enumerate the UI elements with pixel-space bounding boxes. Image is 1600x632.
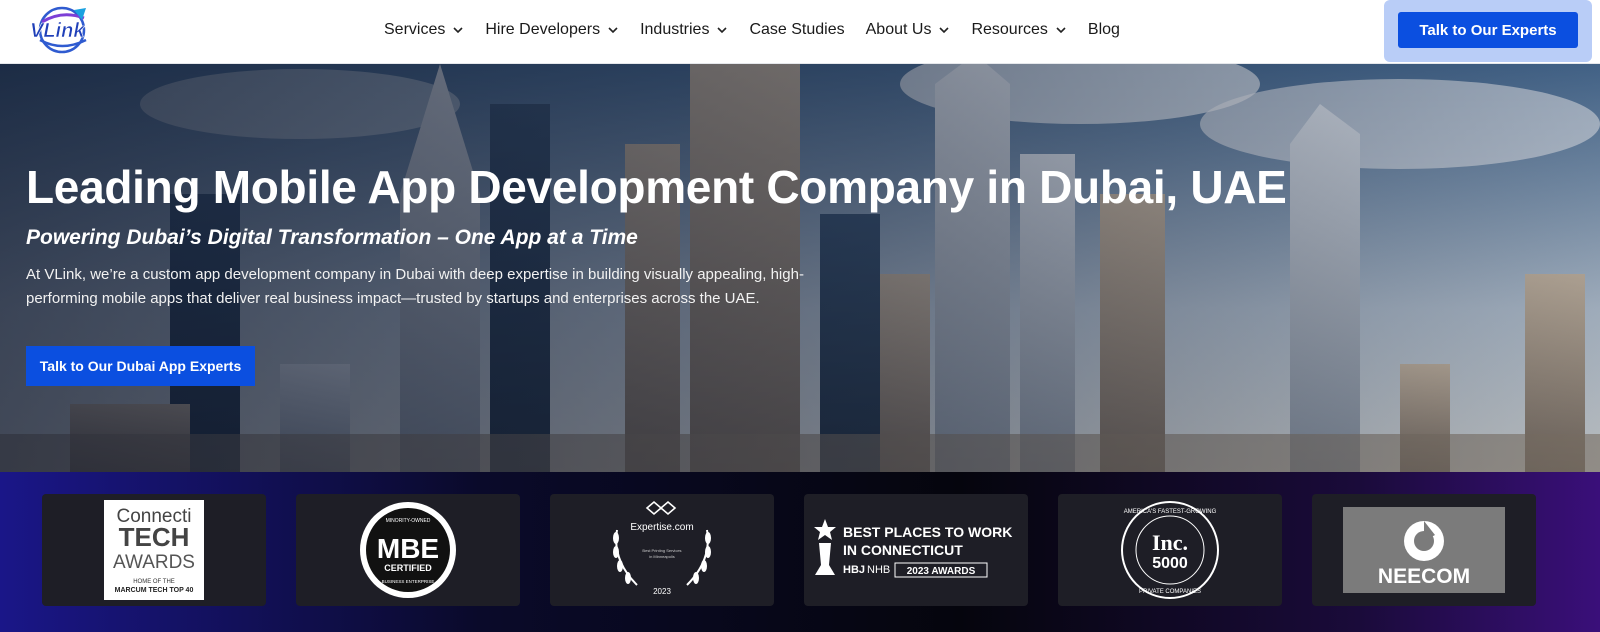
hero-description: At VLink, we’re a custom app development… (26, 266, 804, 307)
main-menu: Services Hire Developers Industries Case… (384, 0, 1141, 60)
best-places-to-work-logo: BEST PLACES TO WORK IN CONNECTICUT HBJ N… (814, 519, 1012, 578)
svg-text:CERTIFIED: CERTIFIED (384, 563, 432, 573)
menu-case-studies-label: Case Studies (749, 21, 845, 38)
chevron-down-icon (453, 27, 463, 34)
menu-hire-developers-label: Hire Developers (485, 21, 601, 38)
menu-case-studies[interactable]: Case Studies (749, 21, 844, 39)
expertise-award-logo: Expertise.com Best Printing Services in … (613, 500, 711, 596)
svg-text:PRIVATE COMPANIES: PRIVATE COMPANIES (1139, 589, 1201, 595)
svg-text:MARCUM TECH TOP 40: MARCUM TECH TOP 40 (115, 587, 194, 594)
svg-text:AMERICA'S FASTEST-GROWING: AMERICA'S FASTEST-GROWING (1124, 509, 1217, 515)
talk-to-dubai-experts-button[interactable]: Talk to Our Dubai App Experts (26, 346, 255, 386)
hero-section: Leading Mobile App Development Company i… (0, 64, 1600, 472)
connectitech-awards-logo: Connecti TECH AWARDS HOME OF THE MARCUM … (104, 500, 204, 600)
svg-text:2023 AWARDS: 2023 AWARDS (907, 566, 976, 577)
top-nav: VLink Services Hire Developers Industrie… (0, 0, 1600, 64)
menu-industries-label: Industries (640, 21, 710, 38)
svg-text:2023: 2023 (653, 587, 671, 596)
svg-text:Inc.: Inc. (1152, 530, 1188, 555)
menu-services[interactable]: Services (384, 21, 464, 39)
award-card-expertise: Expertise.com Best Printing Services in … (550, 494, 774, 606)
chevron-down-icon (717, 27, 728, 34)
svg-text:NHB: NHB (867, 564, 890, 576)
hero-subtitle: Powering Dubai’s Digital Transformation … (26, 226, 638, 249)
svg-text:BUSINESS ENTERPRISE: BUSINESS ENTERPRISE (382, 579, 435, 584)
svg-text:BEST PLACES TO WORK: BEST PLACES TO WORK (843, 524, 1012, 540)
menu-hire-developers[interactable]: Hire Developers (485, 21, 619, 39)
talk-to-experts-button[interactable]: Talk to Our Experts (1398, 12, 1578, 48)
award-card-inc5000: AMERICA'S FASTEST-GROWING Inc. 5000 PRIV… (1058, 494, 1282, 606)
svg-text:MINORITY-OWNED: MINORITY-OWNED (386, 518, 431, 524)
menu-services-label: Services (384, 21, 446, 38)
svg-text:IN CONNECTICUT: IN CONNECTICUT (843, 542, 963, 558)
menu-resources[interactable]: Resources (971, 21, 1066, 39)
chevron-down-icon (608, 27, 618, 34)
mbe-certified-logo: MINORITY-OWNED MBE CERTIFIED BUSINESS EN… (360, 502, 456, 598)
svg-text:5000: 5000 (1152, 555, 1188, 572)
menu-about-us-label: About Us (865, 21, 932, 38)
chevron-down-icon (939, 27, 950, 34)
logo-text: VLink (30, 20, 85, 42)
awards-strip: Connecti TECH AWARDS HOME OF THE MARCUM … (0, 472, 1600, 632)
award-card-neecom: NEECOM (1312, 494, 1536, 606)
svg-text:TECH: TECH (119, 522, 190, 552)
menu-resources-label: Resources (971, 21, 1048, 38)
cta-highlight: Talk to Our Experts (1384, 0, 1592, 62)
inc-5000-logo: AMERICA'S FASTEST-GROWING Inc. 5000 PRIV… (1121, 501, 1219, 599)
award-card-connectitech: Connecti TECH AWARDS HOME OF THE MARCUM … (42, 494, 266, 606)
svg-text:HBJ: HBJ (843, 564, 865, 576)
svg-text:HOME OF THE: HOME OF THE (133, 579, 175, 585)
menu-industries[interactable]: Industries (640, 21, 728, 39)
menu-about-us[interactable]: About Us (866, 21, 951, 39)
menu-blog-label: Blog (1087, 21, 1120, 38)
svg-text:Best Printing Services: Best Printing Services (642, 548, 681, 553)
award-card-best-places: BEST PLACES TO WORK IN CONNECTICUT HBJ N… (804, 494, 1028, 606)
hero-title: Leading Mobile App Development Company i… (26, 161, 1287, 213)
svg-text:Expertise.com: Expertise.com (630, 522, 693, 533)
svg-text:AWARDS: AWARDS (113, 552, 195, 573)
svg-text:MBE: MBE (377, 533, 439, 564)
neecom-logo: NEECOM (1343, 507, 1505, 593)
svg-text:NEECOM: NEECOM (1378, 565, 1470, 588)
menu-blog[interactable]: Blog (1088, 21, 1120, 39)
award-card-mbe: MINORITY-OWNED MBE CERTIFIED BUSINESS EN… (296, 494, 520, 606)
svg-text:in Minneapolis: in Minneapolis (649, 554, 675, 559)
vlink-logo[interactable]: VLink (28, 4, 100, 56)
chevron-down-icon (1056, 27, 1066, 34)
